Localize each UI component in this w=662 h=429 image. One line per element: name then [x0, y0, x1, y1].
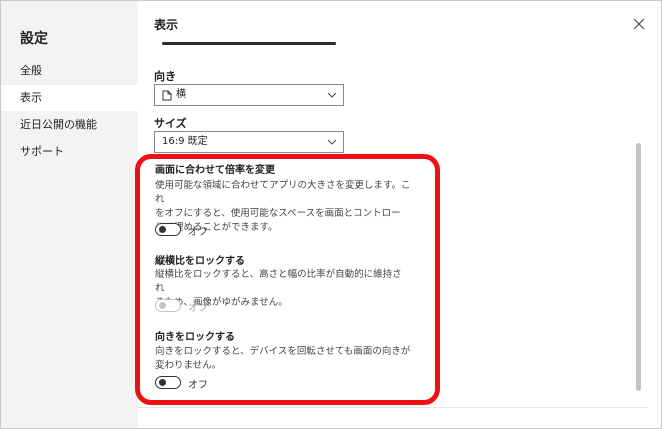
main-panel: 表示 向き 横 サイズ 16:9 既定 画面に合わせて倍率を変更 使用可能な領域…: [138, 1, 661, 428]
toggle-knob: [159, 302, 166, 309]
sidebar-item-upcoming-features[interactable]: 近日公開の機能: [1, 112, 138, 138]
page-title: 表示: [154, 18, 179, 32]
sidebar-item-label: サポート: [20, 145, 64, 158]
sidebar-title: 設定: [20, 31, 48, 47]
section-title-lock-orientation: 向きをロックする: [155, 332, 235, 343]
section-title-fit-to-screen: 画面に合わせて倍率を変更: [155, 165, 275, 176]
toggle-state-label: オフ: [188, 303, 208, 314]
sidebar-item-display[interactable]: 表示: [1, 85, 138, 111]
sidebar-item-label: 全般: [20, 64, 42, 77]
fit-to-screen-toggle[interactable]: [155, 223, 181, 236]
toggle-state-label: オフ: [188, 380, 208, 391]
size-select[interactable]: 16:9 既定: [154, 131, 344, 153]
sidebar: 設定 全般 表示 近日公開の機能 サポート: [1, 1, 138, 428]
vertical-scrollbar[interactable]: [636, 143, 641, 391]
size-label: サイズ: [154, 117, 187, 130]
orientation-select[interactable]: 横: [154, 84, 344, 106]
toggle-knob: [159, 379, 166, 386]
sidebar-item-label: 近日公開の機能: [20, 118, 97, 131]
section-title-lock-aspect-ratio: 縦横比をロックする: [155, 256, 245, 267]
sidebar-item-general[interactable]: 全般: [1, 58, 138, 84]
orientation-label: 向き: [154, 70, 176, 83]
size-value: 16:9 既定: [162, 136, 208, 147]
section-description-lock-orientation: 向きをロックすると、デバイスを回転させても画面の向きが 変わりません。: [155, 346, 411, 371]
sidebar-item-label: 表示: [20, 91, 42, 104]
bottom-divider: [138, 407, 648, 408]
lock-orientation-toggle[interactable]: [155, 376, 181, 389]
toggle-state-label: オフ: [188, 227, 208, 238]
chevron-down-icon: [327, 92, 337, 98]
orientation-value: 横: [176, 89, 186, 100]
page-icon: [162, 90, 172, 101]
scroll-content-edge: [162, 42, 336, 45]
toggle-knob: [159, 226, 166, 233]
chevron-down-icon: [327, 139, 337, 145]
lock-aspect-ratio-toggle[interactable]: [155, 299, 181, 312]
close-icon: [633, 18, 645, 30]
close-button[interactable]: [628, 13, 650, 35]
sidebar-item-support[interactable]: サポート: [1, 139, 138, 165]
